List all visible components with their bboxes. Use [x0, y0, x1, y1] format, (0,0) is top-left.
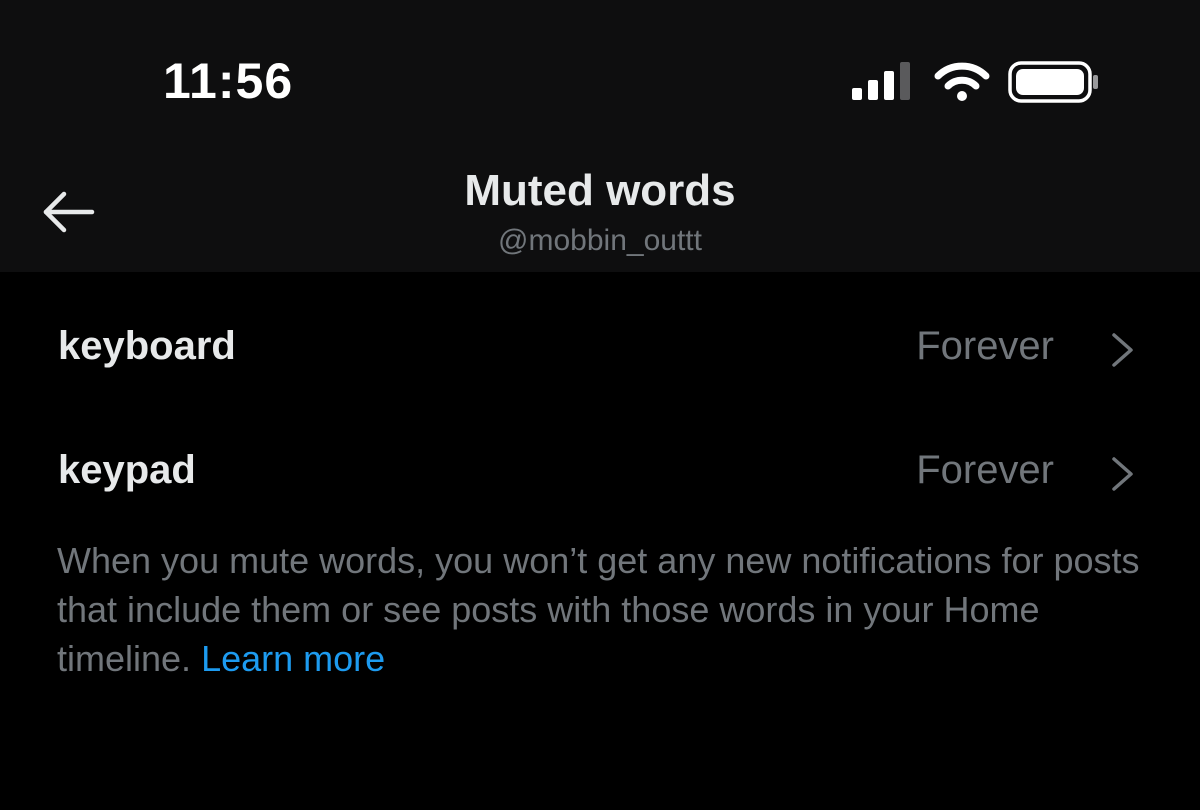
battery-icon [1008, 61, 1098, 103]
muted-word-row[interactable]: keyboard Forever [0, 288, 1200, 412]
account-handle: @mobbin_outtt [498, 224, 702, 257]
muted-word-label: keypad [58, 448, 196, 492]
wifi-icon [934, 62, 990, 101]
mute-duration: Forever [916, 324, 1054, 368]
mute-duration: Forever [916, 448, 1054, 492]
learn-more-link[interactable]: Learn more [201, 638, 385, 679]
signal-icon [852, 62, 910, 100]
muted-word-label: keyboard [58, 324, 236, 368]
status-time: 11:56 [163, 53, 294, 109]
back-arrow-icon [43, 191, 95, 233]
muted-words-list: keyboard Forever keypad Forever [0, 288, 1200, 536]
chevron-right-icon [1112, 457, 1133, 491]
header: 11:56 Muted words @mobbin_outtt [0, 0, 1200, 272]
muted-word-row[interactable]: keypad Forever [0, 412, 1200, 536]
back-button[interactable] [36, 184, 100, 240]
chevron-right-icon [1112, 333, 1133, 367]
status-icons [850, 60, 1100, 104]
muted-words-info: When you mute words, you won’t get any n… [57, 536, 1157, 683]
navigation-bar: Muted words @mobbin_outtt [0, 150, 1200, 272]
page-title: Muted words [464, 166, 736, 215]
status-bar: 11:56 [0, 0, 1200, 150]
